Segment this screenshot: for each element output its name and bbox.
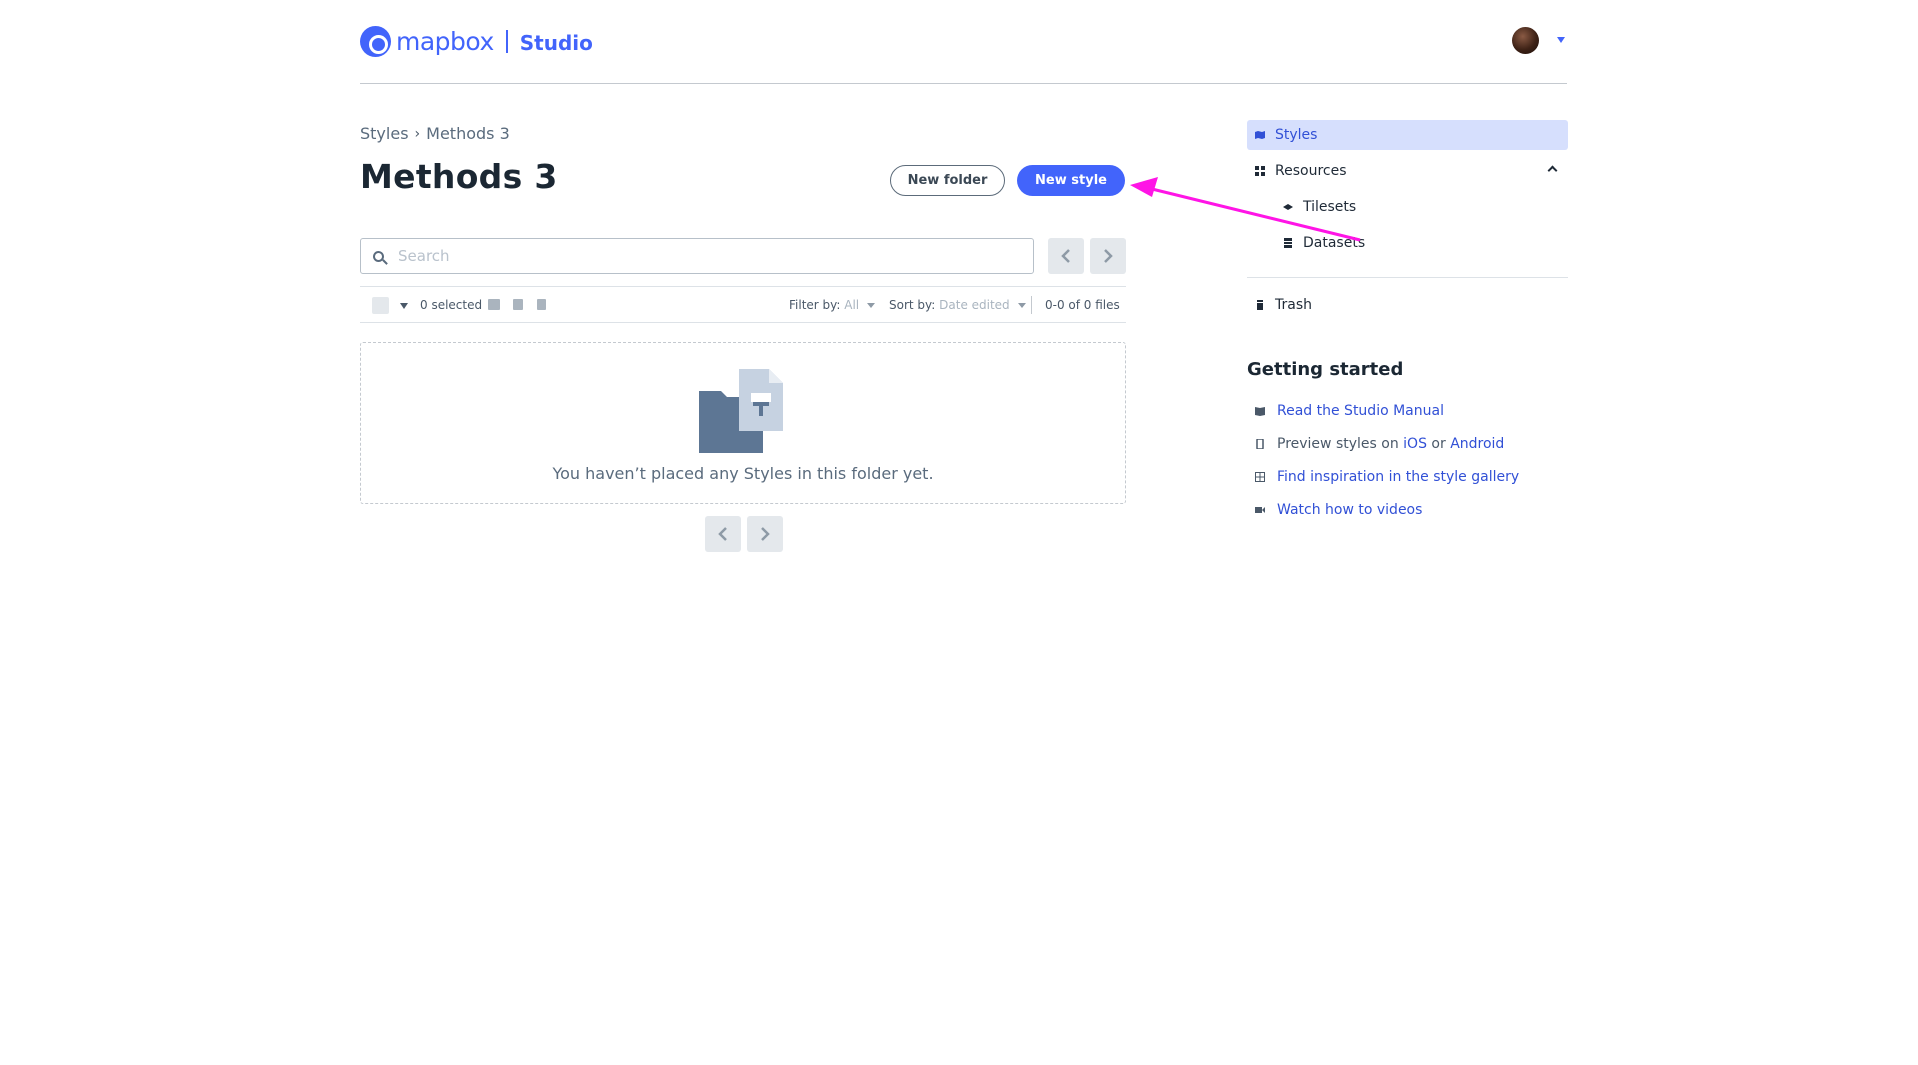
database-icon (1284, 238, 1292, 248)
gallery-icon (1255, 472, 1265, 482)
sidebar-item-trash[interactable]: Trash (1247, 290, 1568, 320)
empty-message: You haven’t placed any Styles in this fo… (552, 464, 934, 483)
logo-divider (505, 30, 508, 53)
chevron-left-icon (718, 527, 727, 541)
sidebar-item-label: Datasets (1303, 235, 1366, 251)
sidebar-item-label: Resources (1275, 163, 1347, 179)
sidebar-item-datasets[interactable]: Datasets (1247, 228, 1568, 258)
sidebar-item-resources[interactable]: Resources (1247, 156, 1568, 186)
sort-value: Date edited (939, 298, 1010, 312)
next-page-button[interactable] (1090, 238, 1126, 274)
breadcrumb: Styles › Methods 3 (360, 124, 510, 143)
app-header: mapbox Studio (360, 22, 1567, 84)
brand-name: mapbox (396, 27, 494, 56)
chevron-right-icon (761, 527, 770, 541)
getting-started-title: Getting started (1247, 359, 1404, 380)
gallery-link[interactable]: Find inspiration in the style gallery (1277, 469, 1519, 485)
map-icon (1255, 131, 1265, 139)
move-to-folder-icon[interactable] (488, 299, 500, 310)
new-folder-button[interactable]: New folder (890, 165, 1005, 196)
search-placeholder: Search (398, 247, 450, 265)
user-avatar[interactable] (1512, 27, 1539, 54)
duplicate-icon[interactable] (513, 299, 523, 310)
sidebar-item-label: Tilesets (1303, 199, 1357, 215)
sidebar-item-label: Styles (1275, 127, 1318, 143)
new-style-button[interactable]: New style (1017, 165, 1125, 196)
videos-link[interactable]: Watch how to videos (1277, 502, 1422, 518)
filter-label: Filter by: (789, 298, 841, 312)
book-icon (1255, 407, 1265, 416)
search-input[interactable]: Search (360, 238, 1034, 274)
preview-prefix: Preview styles on (1277, 436, 1399, 452)
phone-icon (1256, 439, 1264, 449)
android-link[interactable]: Android (1450, 436, 1504, 452)
empty-state: You haven’t placed any Styles in this fo… (360, 342, 1126, 504)
mapbox-logo-icon (360, 26, 391, 57)
sidebar-item-styles[interactable]: Styles (1247, 120, 1568, 150)
list-toolbar: 0 selected Filter by: All Sort by: Date … (360, 286, 1126, 323)
getting-started-gallery[interactable]: Find inspiration in the style gallery (1247, 469, 1519, 485)
mapbox-logo[interactable]: mapbox Studio (360, 26, 593, 57)
prev-page-button-bottom[interactable] (705, 516, 741, 552)
chevron-right-icon (1104, 249, 1113, 263)
sidebar-divider (1247, 277, 1568, 278)
manual-link[interactable]: Read the Studio Manual (1277, 403, 1444, 419)
getting-started-manual[interactable]: Read the Studio Manual (1247, 403, 1444, 419)
next-page-button-bottom[interactable] (747, 516, 783, 552)
trash-icon[interactable] (537, 299, 546, 310)
prev-page-button[interactable] (1048, 238, 1084, 274)
page-title: Methods 3 (360, 157, 558, 196)
select-dropdown-icon[interactable] (400, 303, 408, 309)
video-icon (1255, 507, 1265, 513)
sidebar-item-label: Trash (1275, 297, 1312, 313)
chevron-up-icon[interactable] (1547, 165, 1558, 176)
layers-icon (1283, 204, 1293, 210)
search-icon (373, 250, 384, 262)
ios-link[interactable]: iOS (1403, 436, 1427, 452)
annotation-arrow (1130, 177, 1361, 242)
breadcrumb-item-styles[interactable]: Styles (360, 124, 409, 143)
sort-dropdown[interactable]: Sort by: Date edited (889, 298, 1026, 312)
filter-value: All (844, 298, 860, 312)
selected-count: 0 selected (420, 298, 483, 312)
breadcrumb-item-current: Methods 3 (426, 124, 510, 143)
toolbar-divider (1031, 296, 1032, 314)
folder-style-icon (699, 369, 783, 453)
sidebar-item-tilesets[interactable]: Tilesets (1247, 192, 1568, 222)
getting-started-preview: Preview styles on iOS or Android (1247, 436, 1504, 452)
filter-dropdown[interactable]: Filter by: All (789, 298, 875, 312)
chevron-down-icon (866, 303, 875, 308)
chevron-down-icon[interactable] (1557, 37, 1565, 43)
product-name: Studio (519, 31, 593, 55)
chevron-left-icon (1061, 249, 1070, 263)
chevron-right-icon: › (414, 125, 421, 142)
select-all-checkbox[interactable] (372, 297, 389, 314)
preview-or: or (1431, 436, 1446, 452)
chevron-down-icon (1017, 303, 1026, 308)
getting-started-videos[interactable]: Watch how to videos (1247, 502, 1422, 518)
grid-icon (1255, 166, 1265, 176)
trash-icon (1257, 300, 1263, 310)
sort-label: Sort by: (889, 298, 936, 312)
file-count: 0-0 of 0 files (1045, 298, 1120, 312)
